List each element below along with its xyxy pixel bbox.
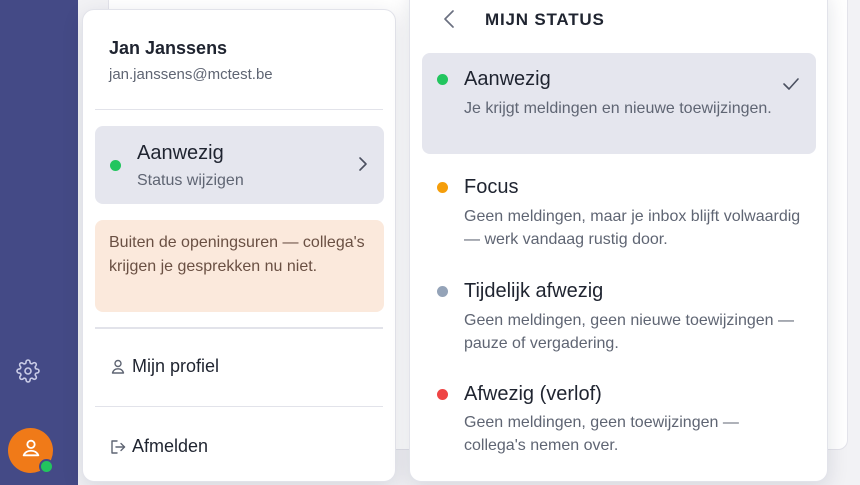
status-dot xyxy=(437,286,448,297)
logout-link[interactable]: Afmelden xyxy=(109,436,208,457)
avatar[interactable] xyxy=(8,428,54,474)
divider xyxy=(95,406,383,407)
account-menu: Jan Janssens jan.janssens@mctest.be Aanw… xyxy=(82,9,396,482)
status-panel-title: MIJN STATUS xyxy=(485,10,605,29)
status-option-label: Afwezig (verlof) xyxy=(464,383,602,405)
chevron-right-icon xyxy=(356,154,370,174)
my-profile-link[interactable]: Mijn profiel xyxy=(109,356,219,377)
divider xyxy=(95,109,383,110)
change-status-label: Status wijzigen xyxy=(137,172,244,189)
status-option-description: Geen meldingen, maar je inbox blijft vol… xyxy=(464,208,801,248)
current-status-label: Aanwezig xyxy=(137,142,224,164)
status-picker: MIJN STATUS Aanwezig Je krijgt meldingen… xyxy=(409,0,828,482)
logout-icon xyxy=(109,438,127,456)
status-dot xyxy=(437,389,448,400)
user-icon xyxy=(109,358,127,376)
logout-label: Afmelden xyxy=(132,436,209,456)
user-icon xyxy=(20,437,42,464)
status-dot xyxy=(437,182,448,193)
status-option-description: Geen meldingen, geen nieuwe toewijzingen… xyxy=(464,312,794,352)
after-hours-notice: Buiten de openingsuren — collega's krijg… xyxy=(95,220,384,312)
status-option-description: Geen meldingen, geen toewijzingen — coll… xyxy=(464,414,739,454)
presence-indicator xyxy=(39,459,54,474)
status-option-aanwezig[interactable]: Aanwezig Je krijgt meldingen en nieuwe t… xyxy=(422,53,816,154)
status-option-label: Aanwezig xyxy=(464,68,551,90)
divider xyxy=(95,327,383,329)
status-option-label: Focus xyxy=(464,176,519,198)
check-icon xyxy=(782,77,800,91)
user-name: Jan Janssens xyxy=(109,38,228,58)
back-arrow-icon[interactable] xyxy=(440,7,458,31)
my-profile-label: Mijn profiel xyxy=(132,356,220,376)
status-option-afwezig-verlof[interactable]: Afwezig (verlof) Geen meldingen, geen to… xyxy=(422,365,816,461)
status-option-focus[interactable]: Focus Geen meldingen, maar je inbox blij… xyxy=(422,159,816,255)
status-option-label: Tijdelijk afwezig xyxy=(464,280,604,302)
status-dot xyxy=(110,160,121,171)
user-email: jan.janssens@mctest.be xyxy=(109,66,273,83)
current-status-button[interactable]: Aanwezig Status wijzigen xyxy=(95,126,384,204)
status-option-description: Je krijgt meldingen en nieuwe toewijzing… xyxy=(464,100,772,117)
app-sidebar xyxy=(0,0,78,485)
gear-icon[interactable] xyxy=(16,359,40,383)
status-dot xyxy=(437,74,448,85)
status-option-tijdelijk-afwezig[interactable]: Tijdelijk afwezig Geen meldingen, geen n… xyxy=(422,262,816,358)
